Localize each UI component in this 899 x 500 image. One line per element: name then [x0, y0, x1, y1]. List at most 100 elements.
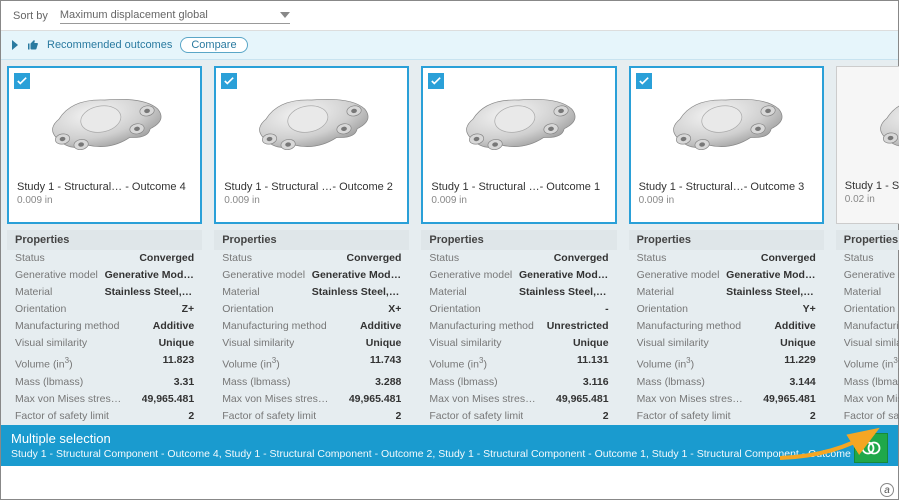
property-value: Unique [159, 336, 195, 351]
outcome-subvalue: 0.009 in [631, 195, 822, 212]
outcome-thumbnail [631, 68, 822, 176]
property-key: Status [15, 251, 45, 266]
property-key: Volume (in3) [222, 353, 280, 373]
properties-header: Properties [629, 230, 824, 250]
property-row: Factor of safety limit2 [421, 408, 616, 425]
property-row: Generative modelGenerative Model 1 [7, 267, 202, 284]
outcome-thumbnail [216, 68, 407, 176]
property-key: Generative model [429, 268, 512, 283]
property-row: Status Converged [7, 250, 202, 267]
watermark-icon: a [880, 483, 894, 497]
property-row: Volume (in3)11.131 [421, 352, 616, 374]
property-key: Manufacturing method [637, 319, 741, 334]
thumbs-up-icon [27, 39, 39, 51]
outcome-subvalue: 0.02 in [837, 194, 899, 211]
property-key: Volume (in3) [15, 353, 73, 373]
property-value: Unique [573, 336, 609, 351]
property-value: 2 [396, 409, 402, 424]
outcome-card[interactable]: Study 1 - Structural …- Outcome 20.009 i… [214, 66, 409, 224]
selection-footer: Multiple selection Study 1 - Structural … [1, 425, 898, 466]
property-value: - [605, 302, 609, 317]
property-row: Manufacturing methodAdditive [7, 318, 202, 335]
outcome-card[interactable]: Study 1 - Structural… - Outcome 40.009 i… [7, 66, 202, 224]
outcome-title: Study 1 - Structural… - Outcome 4 [9, 176, 200, 195]
property-key: Factor of safety limit [844, 409, 899, 424]
property-value: Stainless Steel, 440C [726, 285, 816, 300]
property-key: Status [429, 251, 459, 266]
outcome-thumbnail [837, 67, 899, 175]
property-row: Max von Mises stress (psi)49,965.481 [214, 391, 409, 408]
properties-header: Properties [214, 230, 409, 250]
property-key: Status [844, 251, 874, 266]
compare-button[interactable]: Compare [180, 37, 247, 53]
outcome-title: Study 1 - Structural…- Outcome 3 [631, 176, 822, 195]
property-row: Max von Mises stress (psi)49,965.481 [629, 391, 824, 408]
property-key: Volume (in3) [429, 353, 487, 373]
property-key: Volume (in3) [844, 353, 899, 373]
outcome-thumbnail [9, 68, 200, 176]
property-key: Max von Mises stress (psi) [222, 392, 330, 407]
sort-label: Sort by [13, 10, 48, 22]
property-row: Factor of safety limit2 [7, 408, 202, 425]
property-row: MaterialStainless Steel, 440C [421, 284, 616, 301]
outcome-column: Study 1 - Structural …- Outcome 10.009 i… [415, 60, 622, 425]
outcome-title: Study 1 - Structural …- Outcome 1 [423, 176, 614, 195]
property-row: MaterialStainless Steel, 440C [214, 284, 409, 301]
outcomes-grid: Study 1 - Structural… - Outcome 4 0.009 i… [1, 60, 898, 425]
property-value: Converged [139, 251, 194, 266]
chevron-right-icon[interactable] [11, 40, 19, 50]
compare-overlap-icon [861, 441, 881, 455]
selected-check-icon[interactable] [636, 73, 652, 89]
outcome-card[interactable]: Study 1 - Structural…- Outcome 30.009 in [629, 66, 824, 224]
selected-check-icon[interactable] [428, 73, 444, 89]
property-row: Mass (lbmass)3.31 [7, 374, 202, 391]
property-key: Visual similarity [637, 336, 709, 351]
recommended-bar: Recommended outcomes Compare [1, 31, 898, 60]
property-key: Generative model [637, 268, 720, 283]
property-row: Mass (lbmass)3.288 [214, 374, 409, 391]
property-row: Orientation- [421, 301, 616, 318]
selected-check-icon[interactable] [14, 73, 30, 89]
property-row: Orientation- [836, 301, 899, 318]
property-value: Stainless Steel, 440C [312, 285, 402, 300]
property-row: Factor of safety limit2 [836, 408, 899, 425]
property-row: Mass (lbmass)3.116 [421, 374, 616, 391]
property-value: Additive [153, 319, 194, 334]
property-row: Generative modelGenerative Model 1 [214, 267, 409, 284]
selected-check-icon[interactable] [221, 73, 237, 89]
property-key: Visual similarity [429, 336, 501, 351]
property-value: X+ [388, 302, 401, 317]
property-key: Manufacturing method [429, 319, 533, 334]
property-value: 49,965.481 [142, 392, 195, 407]
property-row: OrientationX+ [214, 301, 409, 318]
properties-header: Properties [836, 230, 899, 250]
property-row: Generative modelGenerative Model 1 [421, 267, 616, 284]
property-row: OrientationZ+ [7, 301, 202, 318]
property-row: Manufacturing methodAdditive [214, 318, 409, 335]
property-key: Mass (lbmass) [844, 375, 899, 390]
outcome-card[interactable]: Study 1 - Structura…- Outcome 130.02 in [836, 66, 899, 224]
property-value: 3.144 [789, 375, 815, 390]
recommended-label: Recommended outcomes [47, 39, 172, 51]
property-key: Manufacturing method [844, 319, 899, 334]
property-key: Material [637, 285, 674, 300]
outcome-title: Study 1 - Structura…- Outcome 13 [837, 175, 899, 194]
property-value: Converged [761, 251, 816, 266]
sort-value: Maximum displacement global [60, 9, 208, 21]
property-key: Material [429, 285, 466, 300]
property-value: 11.743 [370, 353, 402, 373]
property-row: Max von Mises stress (psi)49,965.481 [7, 391, 202, 408]
outcome-subvalue: 0.009 in [216, 195, 407, 212]
property-row: Factor of safety limit2 [214, 408, 409, 425]
property-value: 2 [810, 409, 816, 424]
sort-dropdown[interactable]: Maximum displacement global [60, 7, 290, 24]
property-key: Mass (lbmass) [15, 375, 83, 390]
outcome-card[interactable]: Study 1 - Structural …- Outcome 10.009 i… [421, 66, 616, 224]
property-value: Z+ [182, 302, 195, 317]
property-row: Volume (in3)11.823 [7, 352, 202, 374]
chevron-down-icon [280, 12, 290, 18]
property-key: Mass (lbmass) [637, 375, 705, 390]
property-key: Max von Mises stress (psi) [429, 392, 537, 407]
compare-fab-button[interactable] [854, 433, 888, 463]
property-value: Y+ [803, 302, 816, 317]
